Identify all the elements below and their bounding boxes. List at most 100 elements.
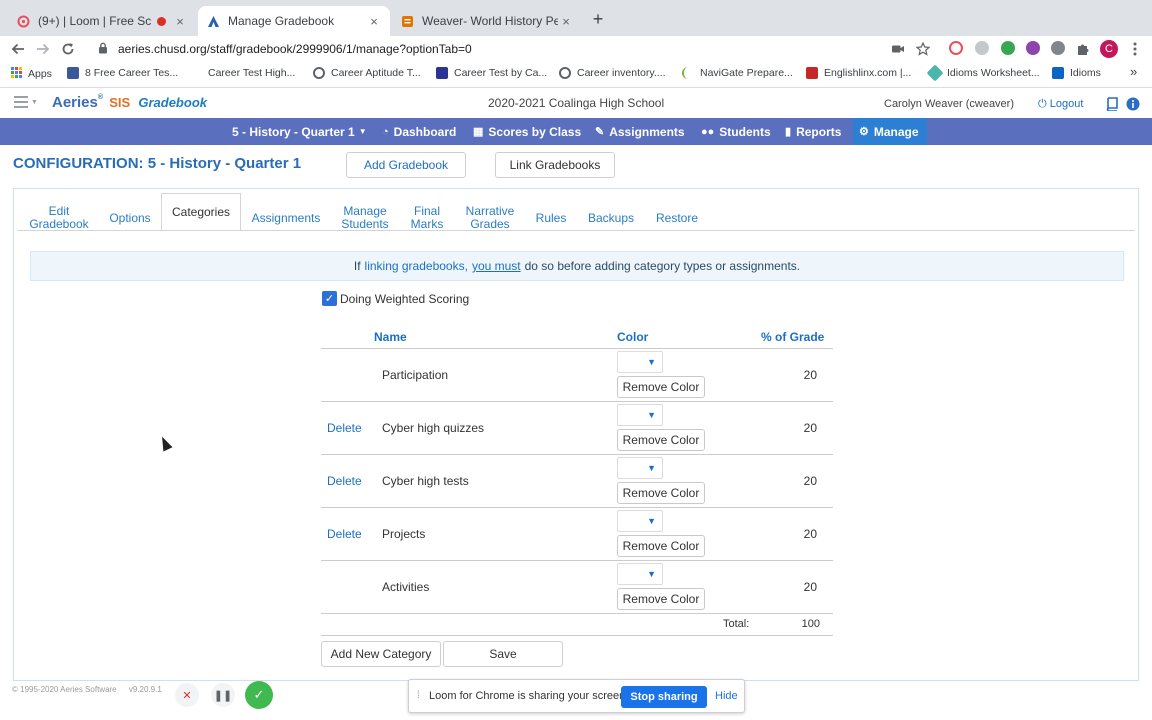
close-tab-icon[interactable]: × xyxy=(558,14,574,29)
linking-gradebooks-link[interactable]: linking gradebooks, xyxy=(365,259,468,273)
category-percent[interactable]: 20 xyxy=(784,580,817,594)
chevron-down-icon: ▼ xyxy=(647,516,656,526)
forward-icon[interactable] xyxy=(33,39,53,59)
color-picker[interactable]: ▼ xyxy=(617,457,663,479)
tab-restore[interactable]: Restore xyxy=(650,199,704,237)
extension-icon[interactable] xyxy=(1026,41,1040,55)
browser-toolbar: aeries.chusd.org/staff/gradebook/2999906… xyxy=(0,36,1152,62)
info-emphasis: you must xyxy=(471,259,521,273)
category-percent[interactable]: 20 xyxy=(784,368,817,382)
nav-label: Students xyxy=(719,124,771,139)
bookmark-icon xyxy=(190,67,202,79)
loom-extension-icon[interactable] xyxy=(949,41,963,55)
tab-options[interactable]: Options xyxy=(104,199,156,237)
bookmark-item[interactable]: Career inventory.... xyxy=(559,67,666,79)
add-gradebook-button[interactable]: Add Gradebook xyxy=(346,152,466,178)
tab-manage-students[interactable]: Manage Students xyxy=(335,199,395,237)
color-picker[interactable]: ▼ xyxy=(617,510,663,532)
remove-color-button[interactable]: Remove Color xyxy=(617,535,705,557)
bookmark-item[interactable]: Idioms Worksheet... xyxy=(926,64,1040,82)
remove-color-button[interactable]: Remove Color xyxy=(617,376,705,398)
save-button[interactable]: Save xyxy=(443,641,563,667)
category-percent[interactable]: 20 xyxy=(784,527,817,541)
color-picker[interactable]: ▼ xyxy=(617,563,663,585)
dropdown-caret-icon: ▼ xyxy=(358,127,367,136)
close-tab-icon[interactable]: × xyxy=(366,14,382,29)
bookmark-item[interactable]: Idioms xyxy=(1052,67,1101,79)
gradebook-selector[interactable]: 5 - History - Quarter 1 ▼ xyxy=(226,118,373,145)
tab-backups[interactable]: Backups xyxy=(582,199,640,237)
remove-color-button[interactable]: Remove Color xyxy=(617,588,705,610)
drag-handle-icon[interactable]: ⁞ xyxy=(417,690,420,701)
color-picker[interactable]: ▼ xyxy=(617,404,663,426)
remove-color-button[interactable]: Remove Color xyxy=(617,482,705,504)
weighted-scoring-checkbox[interactable]: ✓ xyxy=(322,291,337,306)
close-tab-icon[interactable]: × xyxy=(172,14,188,29)
color-picker[interactable]: ▼ xyxy=(617,351,663,373)
nav-manage[interactable]: ⚙ Manage xyxy=(853,118,927,145)
link-gradebooks-button[interactable]: Link Gradebooks xyxy=(495,152,615,178)
address-bar[interactable]: aeries.chusd.org/staff/gradebook/2999906… xyxy=(88,37,938,61)
weighted-scoring-row[interactable]: ✓ Doing Weighted Scoring xyxy=(322,291,469,306)
info-banner: If linking gradebooks, you must do so be… xyxy=(30,251,1124,281)
category-percent[interactable]: 20 xyxy=(784,421,817,435)
kebab-menu-icon[interactable] xyxy=(1125,39,1145,59)
column-header-color[interactable]: Color xyxy=(617,330,648,344)
tab-edit-gradebook[interactable]: Edit Gradebook xyxy=(22,199,96,237)
aeries-logo[interactable]: Aeries® SIS Gradebook xyxy=(52,94,207,111)
table-divider xyxy=(321,507,833,508)
bookmark-item[interactable]: Career Test High... xyxy=(190,67,295,79)
bookmark-item[interactable]: Career Aptitude T... xyxy=(313,67,421,79)
delete-category-link[interactable]: Delete xyxy=(327,527,362,541)
extension-icon[interactable] xyxy=(975,41,989,55)
bookmark-item[interactable]: Career Test by Ca... xyxy=(436,67,547,79)
tab-categories[interactable]: Categories xyxy=(161,193,241,231)
bookmark-item[interactable]: 8 Free Career Tes... xyxy=(67,67,178,79)
nav-dashboard[interactable]: ◔ Dashboard xyxy=(376,118,462,145)
delete-category-link[interactable]: Delete xyxy=(327,474,362,488)
category-percent[interactable]: 20 xyxy=(784,474,817,488)
bookmark-item[interactable]: Englishlinx.com |... xyxy=(806,67,911,79)
hamburger-menu-icon[interactable] xyxy=(14,96,28,111)
extension-icon[interactable] xyxy=(1001,41,1015,55)
column-header-percent[interactable]: % of Grade xyxy=(761,330,824,344)
loom-finish-button[interactable]: ✓ xyxy=(245,681,273,709)
table-divider xyxy=(321,348,833,349)
reload-icon[interactable] xyxy=(58,39,78,59)
nav-scores-by-class[interactable]: ▦ Scores by Class xyxy=(467,118,587,145)
back-icon[interactable] xyxy=(8,39,28,59)
tab-assignments[interactable]: Assignments xyxy=(247,199,325,237)
hide-share-bar-link[interactable]: Hide xyxy=(715,690,738,702)
delete-category-link[interactable]: Delete xyxy=(327,421,362,435)
browser-tab-manage-gradebook[interactable]: Manage Gradebook × xyxy=(198,6,390,36)
tab-narrative-grades[interactable]: Narrative Grades xyxy=(460,199,520,237)
logout-link[interactable]: ⏻ Logout xyxy=(1038,98,1083,111)
column-header-name[interactable]: Name xyxy=(374,330,407,344)
nav-assignments[interactable]: ✎ Assignments xyxy=(589,118,691,145)
nav-reports[interactable]: ▮ Reports xyxy=(779,118,847,145)
more-bookmarks-button[interactable]: » xyxy=(1130,64,1137,79)
star-icon[interactable] xyxy=(913,39,933,59)
new-tab-button[interactable]: + xyxy=(588,9,608,29)
puzzle-icon[interactable] xyxy=(1073,39,1093,59)
remove-color-button[interactable]: Remove Color xyxy=(617,429,705,451)
tab-divider xyxy=(17,230,1135,231)
info-icon[interactable] xyxy=(1126,97,1140,111)
camera-icon[interactable] xyxy=(888,39,908,59)
avatar[interactable]: C xyxy=(1099,39,1119,59)
tab-rules[interactable]: Rules xyxy=(530,199,572,237)
stop-sharing-button[interactable]: Stop sharing xyxy=(621,686,707,708)
nav-students[interactable]: ●● Students xyxy=(695,118,777,145)
loom-cancel-button[interactable]: ✕ xyxy=(175,683,199,707)
extension-icon[interactable] xyxy=(1051,41,1065,55)
tab-final-marks[interactable]: Final Marks xyxy=(404,199,450,237)
browser-tab-loom[interactable]: (9+) | Loom | Free Screen × xyxy=(8,6,196,36)
page-title: CONFIGURATION: 5 - History - Quarter 1 xyxy=(13,155,302,172)
bookmark-item[interactable]: NaviGate Prepare... xyxy=(682,67,793,79)
loom-pause-button[interactable]: ❚❚ xyxy=(211,683,235,707)
users-icon: ●● xyxy=(701,125,715,138)
book-icon[interactable] xyxy=(1105,97,1118,112)
browser-tab-weaver[interactable]: Weaver- World History Period × xyxy=(392,6,582,36)
add-new-category-button[interactable]: Add New Category xyxy=(321,641,441,667)
bookmark-apps[interactable]: Apps xyxy=(11,67,52,81)
